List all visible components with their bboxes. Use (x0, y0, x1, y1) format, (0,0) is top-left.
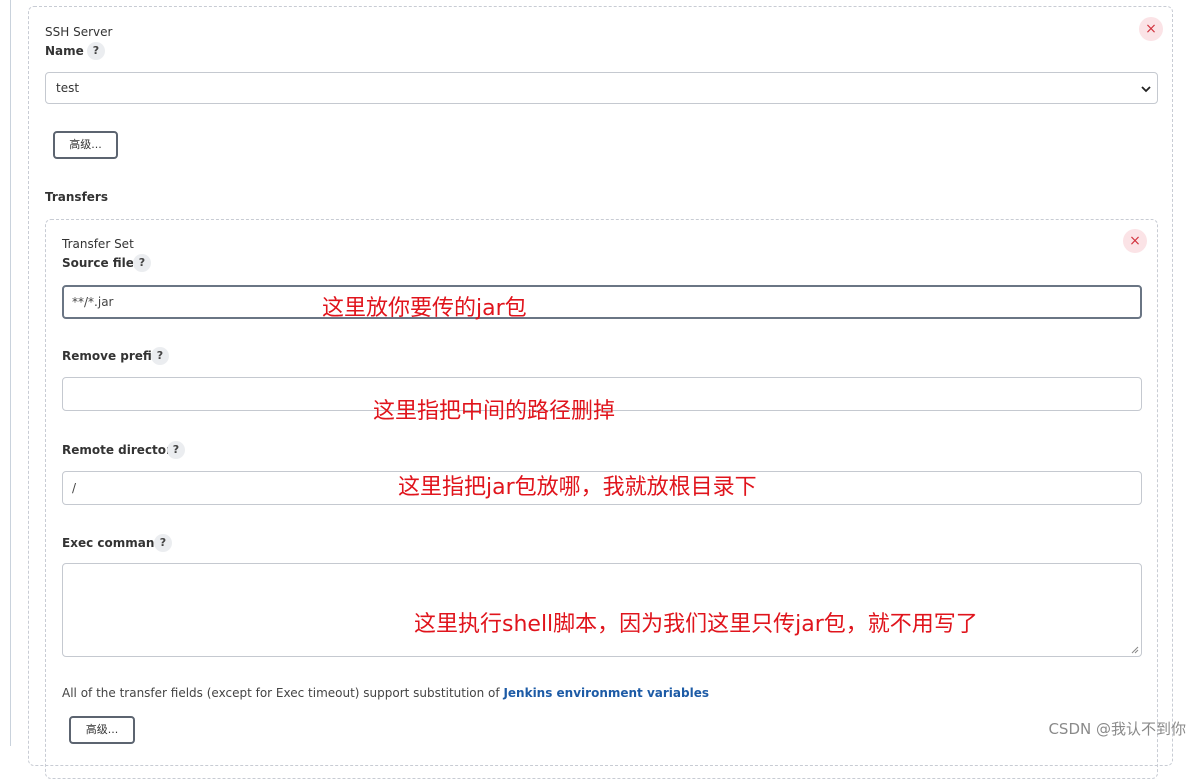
exec-command-label: Exec command (62, 536, 163, 550)
remote-directory-help-icon[interactable]: ? (167, 441, 185, 459)
transfer-set-delete-button[interactable]: × (1123, 229, 1147, 253)
annotation-remote-directory: 这里指把jar包放哪，我就放根目录下 (398, 475, 757, 500)
source-files-help-icon[interactable]: ? (133, 254, 151, 272)
transfers-label: Transfers (45, 190, 108, 204)
name-label: Name (45, 44, 84, 58)
chevron-down-icon (1141, 86, 1151, 93)
ssh-server-name-select[interactable]: test (45, 72, 1158, 104)
source-files-label: Source files (62, 256, 142, 270)
transfer-set-title: Transfer Set (62, 237, 134, 251)
transfer-fields-note: All of the transfer fields (except for E… (62, 686, 709, 700)
jenkins-env-vars-link[interactable]: Jenkins environment variables (503, 686, 709, 700)
transfer-fields-note-text: All of the transfer fields (except for E… (62, 686, 504, 700)
annotation-remove-prefix: 这里指把中间的路径删掉 (373, 399, 616, 424)
transfer-set-advanced-button[interactable]: 高级... (69, 716, 135, 744)
csdn-watermark: CSDN @我认不到你 (1048, 720, 1186, 738)
annotation-exec-command: 这里执行shell脚本，因为我们这里只传jar包，就不用写了 (414, 612, 978, 637)
remove-prefix-label: Remove prefix (62, 349, 160, 363)
remove-prefix-help-icon[interactable]: ? (151, 347, 169, 365)
ssh-server-title: SSH Server (45, 25, 113, 39)
page-left-rule (10, 0, 11, 746)
resize-grip-icon[interactable] (1131, 646, 1139, 654)
ssh-server-name-value: test (56, 81, 80, 95)
annotation-source-files: 这里放你要传的jar包 (322, 296, 527, 321)
ssh-server-delete-button[interactable]: × (1139, 17, 1163, 41)
ssh-server-advanced-button[interactable]: 高级... (53, 131, 118, 159)
remote-directory-label: Remote directory (62, 443, 180, 457)
exec-command-help-icon[interactable]: ? (154, 534, 172, 552)
source-files-input[interactable]: **/*.jar (62, 285, 1142, 319)
name-help-icon[interactable]: ? (87, 42, 105, 60)
